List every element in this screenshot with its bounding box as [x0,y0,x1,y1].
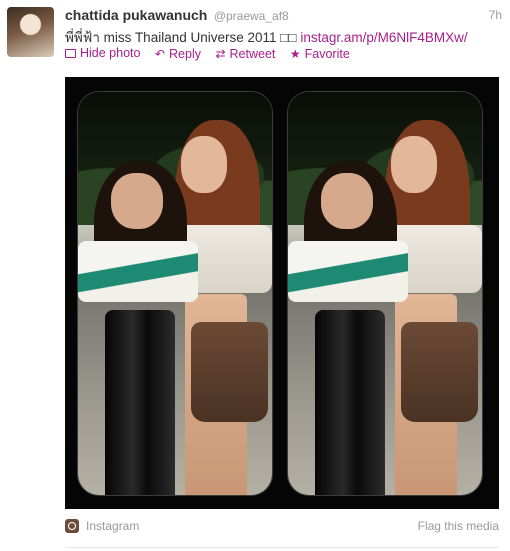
retweet-icon: ⇄ [215,46,226,61]
tweet-text: พี่พี่ฟ้า miss Thailand Universe 2011 □□… [65,26,502,48]
tweet-timestamp[interactable]: 7h [489,8,502,22]
photo-frame-icon [65,48,76,58]
author-username[interactable]: @praewa_af8 [214,9,289,23]
instagram-icon [65,519,79,533]
flag-media-link[interactable]: Flag this media [418,519,499,533]
tweet-link[interactable]: instagr.am/p/M6NlF4BMXw/ [300,30,467,45]
media-footer: Instagram Flag this media [65,519,499,535]
avatar[interactable] [7,7,54,57]
tweet-header: chattida pukawanuch @praewa_af8 7h [65,7,502,25]
hide-photo-label: Hide photo [80,46,141,60]
favorite-button[interactable]: ★ Favorite [290,47,350,61]
reply-arrow-icon: ↶ [154,46,166,61]
divider [65,547,499,548]
retweet-button[interactable]: ⇄ Retweet [215,47,275,61]
hide-photo-button[interactable]: Hide photo [65,46,140,60]
photo-panel-left [77,91,273,496]
reply-button[interactable]: ↶ Reply [155,47,201,61]
author-fullname[interactable]: chattida pukawanuch [65,7,207,23]
reply-label: Reply [169,46,201,61]
tweet-body: พี่พี่ฟ้า miss Thailand Universe 2011 □□ [65,30,297,45]
media-source-link[interactable]: Instagram [86,519,139,533]
media-photo[interactable] [65,77,499,509]
photo-panel-right [287,91,483,496]
star-icon: ★ [289,46,301,61]
favorite-label: Favorite [304,46,350,61]
retweet-label: Retweet [229,46,276,61]
tweet-actions: Hide photo ↶ Reply ⇄ Retweet ★ Favorite [65,46,361,61]
